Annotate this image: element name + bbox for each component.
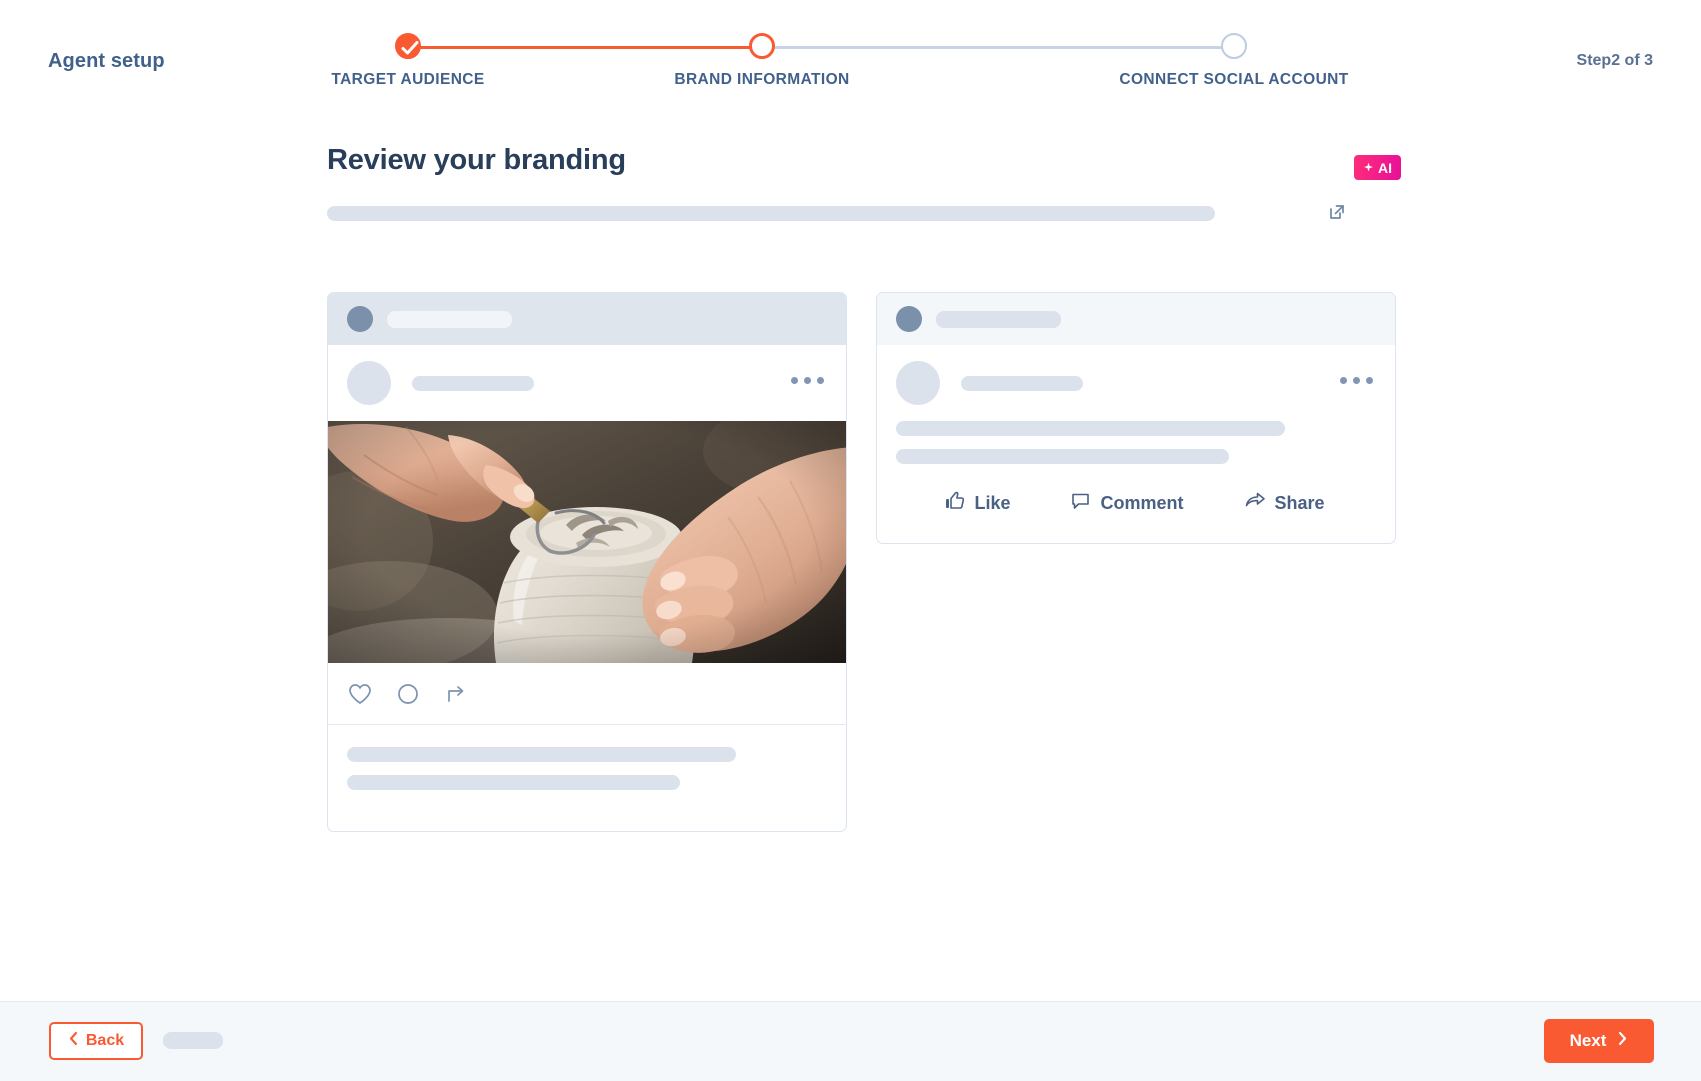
stepper-step-target-audience[interactable]: TARGET AUDIENCE xyxy=(293,26,523,89)
avatar xyxy=(896,306,922,332)
comment-button[interactable]: Comment xyxy=(1070,490,1184,516)
card-topbar xyxy=(328,293,846,345)
chevron-right-icon xyxy=(1617,1031,1628,1051)
card-topbar xyxy=(877,293,1395,345)
avatar xyxy=(347,361,391,405)
back-button[interactable]: Back xyxy=(49,1022,143,1060)
ai-badge-label: AI xyxy=(1378,159,1392,176)
main-content: Review your branding AI Examples xyxy=(0,112,1701,1001)
share-button[interactable]: Share xyxy=(1244,490,1325,516)
topbar-skeleton xyxy=(936,310,1061,328)
footer-bar: Back Next xyxy=(0,1001,1701,1081)
username-skeleton xyxy=(961,375,1083,391)
share-arrow-icon xyxy=(1244,490,1266,516)
app-header: Agent setup TARGET AUDIENCE BRAND INFORM… xyxy=(0,0,1701,112)
post-actions: Like Comment Share xyxy=(896,472,1373,534)
more-horizontal-icon[interactable] xyxy=(791,377,824,384)
post-text xyxy=(896,421,1373,464)
circle-icon xyxy=(749,33,775,59)
more-horizontal-icon[interactable] xyxy=(1340,377,1373,384)
next-button[interactable]: Next xyxy=(1544,1019,1654,1063)
post-header xyxy=(896,345,1373,421)
example-card-facebook: Like Comment Share xyxy=(876,292,1396,544)
sparkle-icon xyxy=(1363,160,1374,176)
topbar-skeleton xyxy=(387,310,512,328)
post-body: Like Comment Share xyxy=(877,345,1395,534)
avatar xyxy=(347,306,373,332)
stepper-step-brand-information[interactable]: BRAND INFORMATION xyxy=(647,26,877,89)
check-icon xyxy=(395,33,421,59)
page-title: Agent setup xyxy=(48,50,165,72)
stepper-step-connect-social-account[interactable]: CONNECT SOCIAL ACCOUNT xyxy=(1119,26,1349,89)
share-label: Share xyxy=(1274,492,1325,513)
comment-bubble-icon xyxy=(1070,490,1091,516)
next-label: Next xyxy=(1569,1031,1607,1050)
external-link-icon[interactable] xyxy=(1327,202,1347,227)
section-heading: Review your branding xyxy=(327,144,626,176)
like-label: Like xyxy=(974,492,1011,513)
username-skeleton xyxy=(412,375,534,391)
circle-icon xyxy=(1221,33,1247,59)
footer-skeleton xyxy=(163,1032,223,1049)
chevron-left-icon xyxy=(68,1031,79,1051)
comment-circle-icon[interactable] xyxy=(395,681,421,707)
description-row xyxy=(327,204,1357,226)
ai-badge[interactable]: AI xyxy=(1354,155,1401,180)
caption-skeleton-line xyxy=(347,747,736,762)
comment-label: Comment xyxy=(1100,492,1184,513)
example-card-instagram xyxy=(327,292,847,832)
thumbs-up-icon xyxy=(944,490,965,516)
heart-icon[interactable] xyxy=(347,681,373,707)
post-photo xyxy=(328,421,846,663)
post-caption xyxy=(328,725,846,790)
post-header xyxy=(328,345,846,421)
stepper-step-label: CONNECT SOCIAL ACCOUNT xyxy=(1119,71,1349,88)
like-button[interactable]: Like xyxy=(944,490,1010,516)
back-label: Back xyxy=(85,1032,125,1049)
post-actions xyxy=(328,663,846,725)
share-arrow-icon[interactable] xyxy=(443,681,469,707)
stepper-step-label: BRAND INFORMATION xyxy=(674,71,850,88)
text-skeleton-line xyxy=(896,421,1285,436)
description-skeleton xyxy=(327,206,1215,221)
text-skeleton-line xyxy=(896,449,1229,464)
caption-skeleton-line xyxy=(347,775,680,790)
stepper-step-label: TARGET AUDIENCE xyxy=(331,71,485,88)
step-counter: Step2 of 3 xyxy=(1576,52,1653,69)
progress-stepper: TARGET AUDIENCE BRAND INFORMATION CONNEC… xyxy=(330,26,1348,96)
avatar xyxy=(896,361,940,405)
